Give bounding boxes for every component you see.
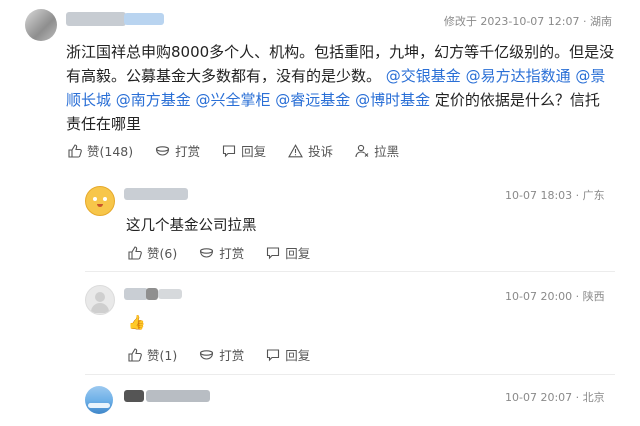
like-button[interactable]: 赞(1) — [128, 345, 177, 364]
comment-text: 浙江国祥总申购8000多个人、机构。包括重阳，九坤，幻方等千亿级别的。但是没 有… — [66, 40, 626, 136]
reward-button[interactable]: 打赏 — [199, 243, 244, 262]
username-blurred[interactable] — [124, 188, 188, 200]
reward-button[interactable]: 打赏 — [155, 141, 200, 160]
reply-location: 北京 — [582, 391, 605, 404]
mention-links[interactable]: 顺长城 @南方基金 @兴全掌柜 @睿远基金 @博时基金 — [66, 91, 430, 109]
reply-action-bar: 赞(6) 打赏 回复 — [128, 243, 310, 262]
comment-line-4: 责任在哪里 — [66, 115, 142, 133]
block-button[interactable]: 拉黑 — [355, 141, 399, 160]
reward-button[interactable]: 打赏 — [199, 345, 244, 364]
avatar[interactable] — [25, 9, 57, 41]
comment-action-bar: 赞(148) 打赏 回复 投诉 拉黑 — [68, 141, 399, 160]
username-blurred[interactable] — [124, 288, 184, 302]
report-button[interactable]: 投诉 — [288, 141, 333, 160]
thumbs-up-icon — [68, 143, 82, 158]
reply-date: 10-07 18:03 — [505, 189, 573, 202]
bowl-icon — [200, 349, 214, 360]
reply-date: 10-07 20:07 — [505, 391, 573, 404]
reply-button[interactable]: 回复 — [266, 243, 310, 262]
avatar[interactable] — [85, 285, 115, 315]
reply-button[interactable]: 回复 — [266, 345, 310, 364]
bowl-icon — [200, 247, 214, 258]
thumbs-up-icon — [128, 245, 142, 260]
reply-text: 👍 — [128, 315, 146, 331]
thumbs-up-icon — [128, 347, 142, 362]
comment-line-1: 浙江国祥总申购8000多个人、机构。包括重阳，九坤，幻方等千亿级别的。但是没 — [66, 43, 615, 61]
comment-meta: 修改于 2023-10-07 12:07 · 湖南 — [443, 15, 612, 28]
warning-icon — [288, 143, 304, 157]
reply-meta: 10-07 20:00 · 陕西 — [505, 290, 605, 303]
reply-meta: 10-07 20:07 · 北京 — [505, 391, 605, 404]
mention-links[interactable]: @交银基金 @易方达指数通 @景 — [386, 67, 606, 85]
divider — [85, 374, 615, 375]
username-blurred[interactable] — [124, 390, 214, 404]
avatar[interactable] — [85, 386, 113, 414]
reply-icon — [267, 348, 280, 361]
reply-location: 陕西 — [582, 290, 605, 303]
reply-meta: 10-07 18:03 · 广东 — [505, 189, 605, 202]
comment-line-2: 有高毅。公募基金大多数都有，没有的是少数。 — [66, 67, 382, 85]
reply-button[interactable]: 回复 — [222, 141, 266, 160]
bowl-icon — [156, 145, 170, 156]
divider — [85, 271, 615, 272]
block-user-icon — [355, 144, 369, 157]
reply-location: 广东 — [582, 189, 605, 202]
reply-text: 这几个基金公司拉黑 — [126, 218, 257, 234]
reply-action-bar: 赞(1) 打赏 回复 — [128, 345, 310, 364]
reply-date: 10-07 20:00 — [505, 290, 573, 303]
reply-icon — [267, 246, 280, 259]
like-button[interactable]: 赞(6) — [128, 243, 177, 262]
like-button[interactable]: 赞(148) — [68, 141, 133, 160]
comment-line-3: 定价的依据是什么？信托 — [430, 91, 600, 109]
avatar[interactable] — [85, 186, 115, 216]
username-blurred[interactable] — [66, 12, 166, 26]
reply-icon — [223, 144, 236, 157]
